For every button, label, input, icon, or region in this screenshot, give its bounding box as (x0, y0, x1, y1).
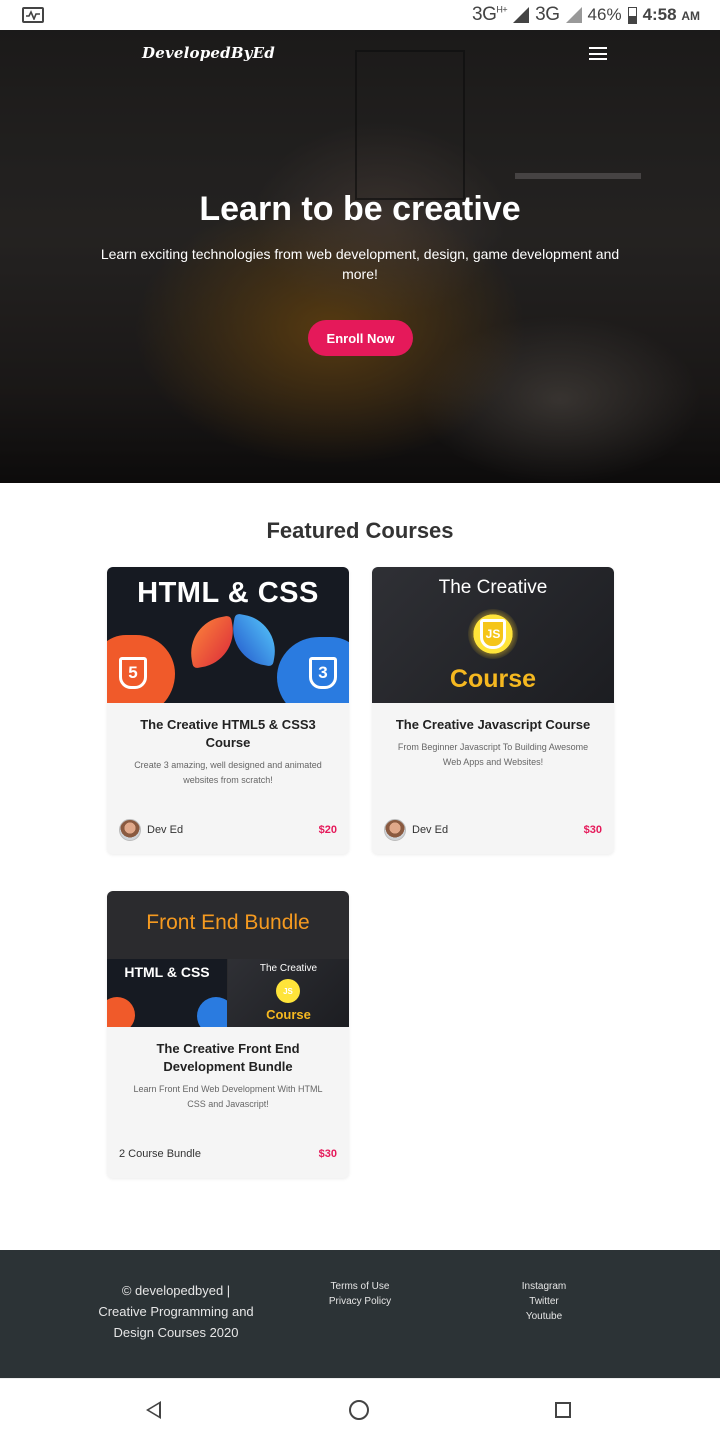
course-title[interactable]: The Creative Front End Development Bundl… (125, 1040, 331, 1076)
course-footer: Dev Ed $30 (384, 818, 602, 842)
orange-blob (107, 997, 135, 1027)
author-avatar (384, 819, 406, 841)
course-price: $30 (318, 1148, 337, 1160)
home-icon[interactable] (349, 1400, 369, 1420)
youtube-link[interactable]: Youtube (526, 1310, 562, 1323)
terms-of-use-link[interactable]: Terms of Use (331, 1280, 390, 1293)
battery-percent: 46% (587, 5, 622, 24)
footer-copyright: © developedbyed | Creative Programming a… (98, 1283, 254, 1340)
course-description: Learn Front End Web Development With HTM… (133, 1084, 323, 1109)
bundle-javascript-preview: The Creative JS Course (228, 959, 349, 1027)
clock: 4:58 AM (642, 5, 700, 24)
hero-section: DevelopedByEd Learn to be creative Learn… (0, 30, 720, 483)
css3-icon: 3 (309, 657, 337, 689)
twitter-link[interactable]: Twitter (529, 1295, 558, 1308)
course-card-front-end-bundle[interactable]: Front End Bundle HTML & CSS The Creative… (107, 891, 349, 1178)
course-description: From Beginner Javascript To Building Awe… (397, 742, 589, 767)
blue-blob (197, 997, 227, 1027)
signal-strength-icon (513, 7, 530, 23)
battery-icon (627, 6, 637, 24)
back-icon[interactable] (146, 1401, 161, 1419)
javascript-icon: JS (468, 609, 518, 659)
course-price: $30 (583, 824, 602, 836)
orange-bird-graphic (185, 615, 239, 669)
signal-strength-2-icon (565, 7, 582, 23)
network-type-1: 3GH+ (472, 4, 508, 25)
system-navigation-bar (0, 1378, 720, 1440)
activity-monitor-icon (22, 7, 44, 23)
course-description: Create 3 amazing, well designed and anim… (134, 760, 322, 785)
network-type-2: 3G (535, 4, 560, 25)
course-thumbnail[interactable]: Front End Bundle HTML & CSS The Creative… (107, 891, 349, 1027)
bundle-label: 2 Course Bundle (119, 1148, 201, 1160)
blue-bird-graphic (227, 613, 281, 667)
course-card-javascript[interactable]: The Creative JS Course The Creative Java… (372, 567, 614, 854)
course-price: $20 (318, 824, 337, 836)
javascript-icon: JS (276, 979, 300, 1003)
course-footer: 2 Course Bundle $30 (119, 1142, 337, 1166)
footer-legal-links: Terms of Use Privacy Policy (320, 1280, 400, 1308)
course-card-html-css[interactable]: HTML & CSS 5 3 The Creative HTML5 & CSS3… (107, 567, 349, 854)
featured-courses-title: Featured Courses (266, 518, 454, 543)
thumbnail-bottom-text: Course (449, 665, 537, 693)
course-footer: Dev Ed $20 (119, 818, 337, 842)
course-thumbnail[interactable]: HTML & CSS 5 3 (107, 567, 349, 703)
thumbnail-heading: HTML & CSS (137, 577, 319, 609)
recent-apps-icon[interactable] (555, 1402, 571, 1418)
hero-title: Learn to be creative (199, 190, 521, 228)
status-bar: 3GH+ 3G 46% 4:58 AM (0, 0, 720, 30)
course-title[interactable]: The Creative HTML5 & CSS3 Course (125, 716, 331, 752)
hamburger-menu-icon[interactable] (589, 47, 607, 60)
instagram-link[interactable]: Instagram (522, 1280, 566, 1293)
thumbnail-top-text: The Creative (438, 577, 548, 598)
author-name: Dev Ed (412, 824, 449, 836)
bundle-html-css-preview: HTML & CSS (107, 959, 227, 1027)
site-logo[interactable]: DevelopedByEd (142, 44, 275, 62)
footer-social-links: Instagram Twitter Youtube (504, 1280, 584, 1323)
privacy-policy-link[interactable]: Privacy Policy (329, 1295, 391, 1308)
thumbnail-heading: Front End Bundle (146, 911, 310, 934)
course-author: Dev Ed (384, 819, 448, 841)
course-title[interactable]: The Creative Javascript Course (390, 716, 596, 734)
hero-subtitle: Learn exciting technologies from web dev… (100, 246, 620, 282)
site-footer: © developedbyed | Creative Programming a… (0, 1250, 720, 1378)
author-avatar (119, 819, 141, 841)
course-thumbnail[interactable]: The Creative JS Course (372, 567, 614, 703)
html5-icon: 5 (119, 657, 147, 689)
course-author: Dev Ed (119, 819, 183, 841)
enroll-now-button[interactable]: Enroll Now (308, 320, 413, 356)
author-name: Dev Ed (147, 824, 184, 836)
